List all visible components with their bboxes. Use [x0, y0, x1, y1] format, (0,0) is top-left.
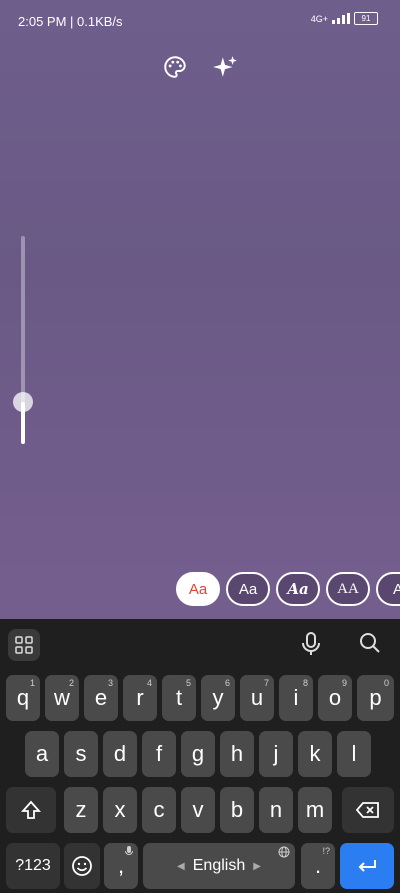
key-l[interactable]: l — [337, 731, 371, 777]
battery-icon: 91 — [354, 12, 378, 25]
space-left-arrow-icon: ◀ — [177, 860, 185, 872]
key-h[interactable]: h — [220, 731, 254, 777]
shift-icon — [21, 800, 41, 819]
keyboard: q1 w2 e3 r4 t5 y6 u7 i8 o9 p0 a s d f g … — [0, 619, 400, 893]
emoji-icon — [72, 856, 92, 876]
sparkle-icon[interactable] — [212, 54, 238, 80]
enter-key[interactable] — [340, 843, 394, 889]
status-icons: 4G+ 91 — [311, 12, 378, 25]
key-n[interactable]: n — [259, 787, 293, 833]
key-f[interactable]: f — [142, 731, 176, 777]
font-option-serif[interactable]: AA — [326, 572, 370, 606]
key-r[interactable]: r4 — [123, 675, 157, 721]
key-y[interactable]: y6 — [201, 675, 235, 721]
key-b[interactable]: b — [220, 787, 254, 833]
key-row-4: ?123 , ◀ English ▶ . !? — [0, 843, 400, 889]
status-bar: 2:05 PM | 0.1KB/s 4G+ 91 — [0, 0, 400, 36]
symbols-key[interactable]: ?123 — [6, 843, 60, 889]
keyboard-toolbar — [0, 619, 400, 671]
font-option-more[interactable]: A — [376, 572, 400, 606]
key-q[interactable]: q1 — [6, 675, 40, 721]
font-option-classic[interactable]: Aa — [176, 572, 220, 606]
key-t[interactable]: t5 — [162, 675, 196, 721]
apps-grid-icon[interactable] — [8, 629, 40, 661]
shift-key[interactable] — [6, 787, 56, 833]
key-z[interactable]: z — [64, 787, 98, 833]
key-c[interactable]: c — [142, 787, 176, 833]
key-row-3: z x c v b n m — [0, 787, 400, 833]
key-e[interactable]: e3 — [84, 675, 118, 721]
emoji-key[interactable] — [64, 843, 100, 889]
key-m[interactable]: m — [298, 787, 332, 833]
font-option-strong[interactable]: Aa — [276, 572, 320, 606]
key-s[interactable]: s — [64, 731, 98, 777]
slider-thumb[interactable] — [13, 392, 33, 412]
period-key[interactable]: . !? — [301, 843, 335, 889]
text-size-slider[interactable] — [13, 236, 33, 444]
font-option-modern[interactable]: Aa — [226, 572, 270, 606]
mic-icon[interactable] — [299, 631, 323, 657]
signal-icon — [332, 13, 350, 24]
key-o[interactable]: o9 — [318, 675, 352, 721]
key-a[interactable]: a — [25, 731, 59, 777]
backspace-key[interactable] — [342, 787, 394, 833]
key-p[interactable]: p0 — [357, 675, 394, 721]
space-right-arrow-icon: ▶ — [253, 860, 261, 872]
globe-icon — [278, 846, 290, 858]
key-row-2: a s d f g h j k l — [0, 731, 400, 777]
network-label: 4G+ — [310, 13, 328, 24]
key-j[interactable]: j — [259, 731, 293, 777]
space-key[interactable]: ◀ English ▶ — [143, 843, 295, 889]
key-v[interactable]: v — [181, 787, 215, 833]
space-label: English — [192, 857, 246, 874]
key-k[interactable]: k — [298, 731, 332, 777]
key-x[interactable]: x — [103, 787, 137, 833]
status-time: 2:05 PM | 0.1KB/s — [18, 14, 123, 29]
backspace-icon — [356, 802, 379, 818]
palette-icon[interactable] — [162, 54, 188, 80]
font-style-row: Aa Aa Aa AA A — [176, 572, 400, 606]
key-w[interactable]: w2 — [45, 675, 79, 721]
search-icon[interactable] — [358, 631, 382, 655]
enter-icon — [358, 860, 376, 872]
key-u[interactable]: u7 — [240, 675, 274, 721]
key-d[interactable]: d — [103, 731, 137, 777]
mic-small-icon — [125, 846, 133, 855]
key-g[interactable]: g — [181, 731, 215, 777]
top-tools — [162, 54, 238, 80]
key-row-1: q1 w2 e3 r4 t5 y6 u7 i8 o9 p0 — [0, 675, 400, 721]
comma-key[interactable]: , — [104, 843, 138, 889]
key-i[interactable]: i8 — [279, 675, 313, 721]
